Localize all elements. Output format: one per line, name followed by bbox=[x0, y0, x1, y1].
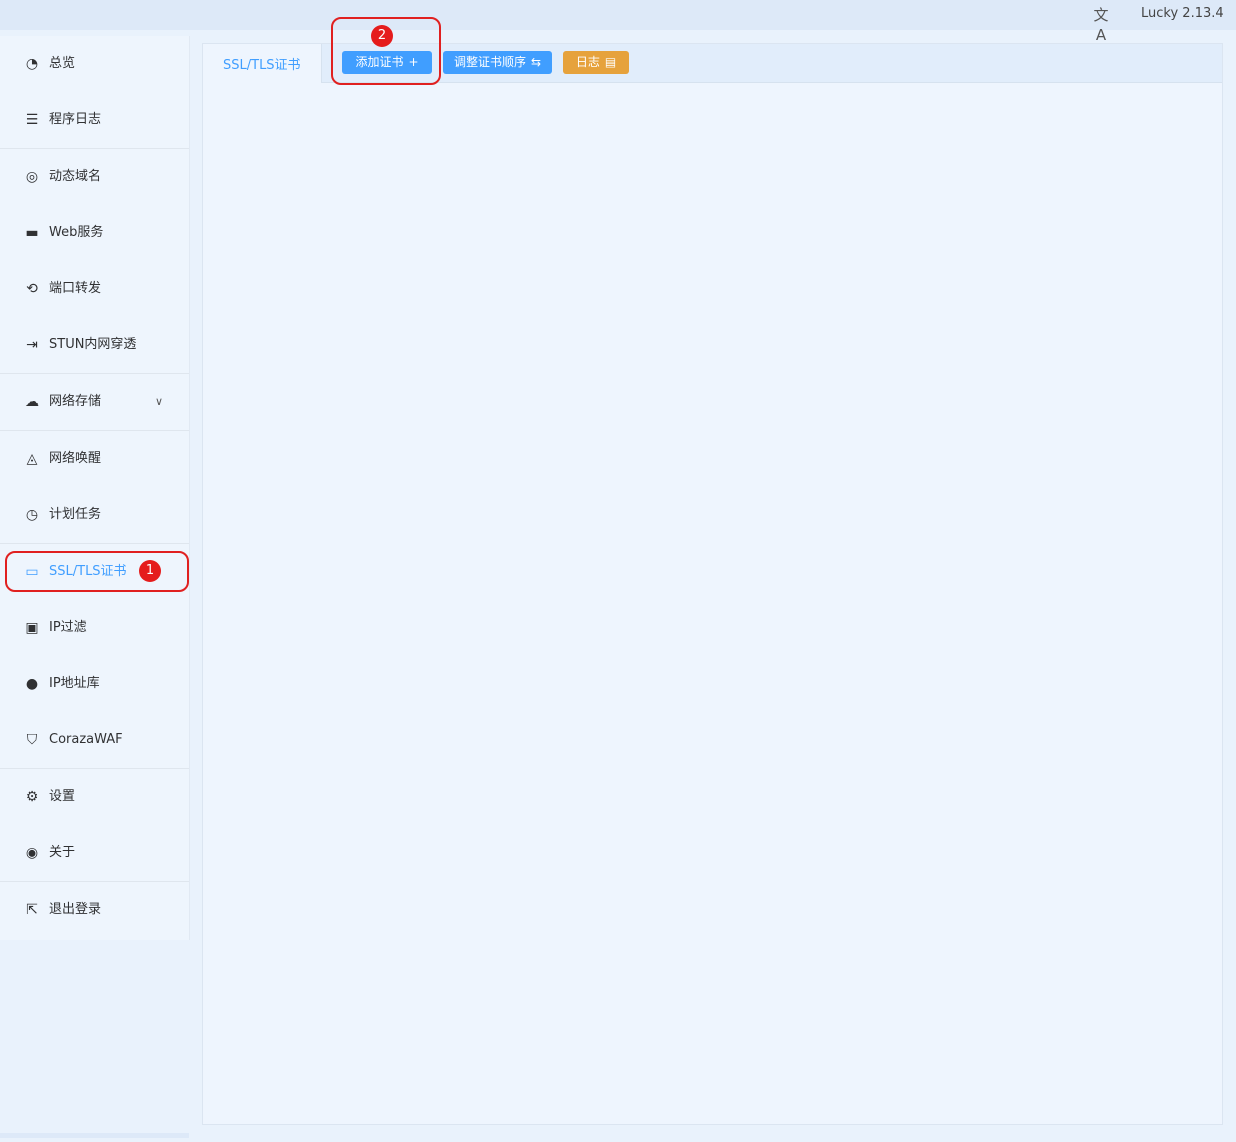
sidebar-item-label: IP地址库 bbox=[49, 676, 100, 691]
annotation-number-2: 2 bbox=[371, 25, 393, 47]
sidebar-item-label: Web服务 bbox=[49, 225, 104, 240]
tab-ssl-certificates[interactable]: SSL/TLS证书 bbox=[203, 44, 322, 83]
sidebar-divider bbox=[0, 430, 189, 431]
sidebar-item-net-storage[interactable]: ☁ 网络存储 ∨ bbox=[0, 378, 189, 426]
forward-icon: ⟲ bbox=[26, 281, 38, 297]
tab-label: SSL/TLS证书 bbox=[223, 58, 301, 73]
info-icon: ◉ bbox=[25, 845, 39, 861]
sidebar-item-label: 动态域名 bbox=[49, 169, 102, 184]
version-label: Lucky 2.13.4 bbox=[1141, 6, 1224, 21]
logout-icon: ⇱ bbox=[26, 902, 38, 918]
sidebar-item-about[interactable]: ◉ 关于 bbox=[0, 829, 189, 877]
sidebar-item-logout[interactable]: ⇱ 退出登录 bbox=[0, 886, 189, 934]
shield-icon: ⛉ bbox=[26, 732, 38, 748]
sidebar-item-web-service[interactable]: ▬ Web服务 bbox=[0, 209, 189, 257]
sidebar-item-overview[interactable]: ◔ 总览 bbox=[0, 40, 189, 88]
sidebar-item-ddns[interactable]: ◎ 动态域名 bbox=[0, 153, 189, 201]
ip-filter-icon: ▣ bbox=[25, 620, 39, 636]
cloud-icon: ☁ bbox=[25, 394, 39, 410]
sidebar-item-label: STUN内网穿透 bbox=[49, 337, 137, 352]
sidebar-divider bbox=[0, 148, 189, 149]
clock-icon: ◷ bbox=[25, 507, 39, 523]
sidebar-item-label: 程序日志 bbox=[49, 112, 102, 127]
sidebar-item-stun[interactable]: ⇥ STUN内网穿透 bbox=[0, 321, 189, 369]
sidebar-divider bbox=[0, 768, 189, 769]
sidebar-item-ip-db[interactable]: ● IP地址库 bbox=[0, 660, 189, 708]
annotation-number-1: 1 bbox=[139, 560, 161, 582]
button-label: 日志 bbox=[575, 55, 600, 69]
dns-icon: ◎ bbox=[25, 169, 39, 185]
main-panel: SSL/TLS证书 添加证书 + 调整证书顺序 ⇆ 日志 ▤ bbox=[202, 43, 1223, 1125]
sidebar-item-label: 退出登录 bbox=[49, 902, 102, 917]
sidebar-item-ip-filter[interactable]: ▣ IP过滤 bbox=[0, 604, 189, 652]
sidebar-divider bbox=[0, 881, 189, 882]
location-icon: ● bbox=[25, 676, 39, 692]
sidebar-item-waf[interactable]: ⛉ CorazaWAF bbox=[0, 716, 189, 764]
sidebar-item-label: 计划任务 bbox=[49, 507, 102, 522]
dashboard-icon: ◔ bbox=[25, 56, 39, 72]
annotation-box-1 bbox=[5, 551, 189, 592]
button-label: 调整证书顺序 bbox=[453, 55, 526, 69]
document-icon: ▤ bbox=[604, 55, 617, 69]
log-button[interactable]: 日志 ▤ bbox=[563, 51, 629, 74]
sidebar-item-program-log[interactable]: ☰ 程序日志 bbox=[0, 96, 189, 144]
sidebar-item-label: CorazaWAF bbox=[49, 732, 123, 747]
sidebar-item-label: 关于 bbox=[49, 845, 76, 860]
sidebar-item-wol[interactable]: ◬ 网络唤醒 bbox=[0, 435, 189, 483]
web-icon: ▬ bbox=[25, 225, 39, 241]
reorder-certificates-button[interactable]: 调整证书顺序 ⇆ bbox=[443, 51, 552, 74]
sidebar-scrollbar[interactable] bbox=[0, 1133, 189, 1138]
sort-icon: ⇆ bbox=[530, 55, 542, 69]
top-bar: 文A Lucky 2.13.4 bbox=[0, 0, 1236, 44]
sidebar-item-label: 端口转发 bbox=[49, 281, 102, 296]
stun-icon: ⇥ bbox=[26, 337, 38, 353]
bell-icon: ◬ bbox=[26, 451, 38, 467]
sidebar-item-label: 网络唤醒 bbox=[49, 451, 102, 466]
sidebar-item-label: 总览 bbox=[49, 56, 76, 71]
sidebar-divider bbox=[0, 373, 189, 374]
sidebar-item-label: 网络存储 bbox=[49, 394, 102, 409]
chevron-down-icon[interactable]: ∨ bbox=[155, 392, 163, 412]
translate-icon[interactable]: 文A bbox=[1090, 5, 1112, 44]
sidebar-divider bbox=[0, 543, 189, 544]
sidebar-item-label: IP过滤 bbox=[49, 620, 87, 635]
sidebar-item-cron[interactable]: ◷ 计划任务 bbox=[0, 491, 189, 539]
sidebar-item-port-forward[interactable]: ⟲ 端口转发 bbox=[0, 265, 189, 313]
sidebar-item-label: 设置 bbox=[49, 789, 76, 804]
gear-icon: ⚙ bbox=[25, 789, 39, 805]
sidebar-item-settings[interactable]: ⚙ 设置 bbox=[0, 773, 189, 821]
sidebar: ◔ 总览 ☰ 程序日志 ◎ 动态域名 ▬ Web服务 ⟲ 端口转发 ⇥ STUN… bbox=[0, 36, 190, 940]
log-icon: ☰ bbox=[25, 112, 39, 128]
